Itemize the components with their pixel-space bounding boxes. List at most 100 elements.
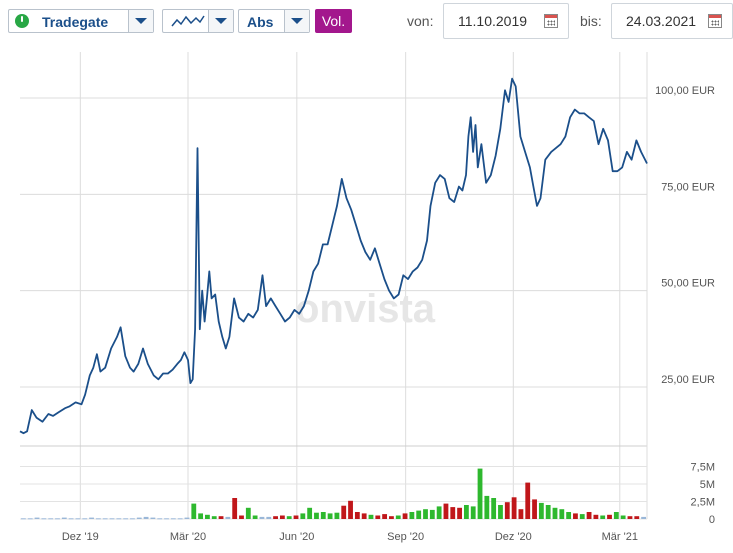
volume-bar	[361, 513, 367, 519]
price-tick-label: 75,00 EUR	[661, 181, 715, 193]
volume-bar	[75, 518, 81, 520]
from-date-value: 11.10.2019	[458, 13, 528, 29]
volume-bar	[586, 512, 592, 519]
volume-bar	[463, 505, 469, 519]
exchange-label: Tradegate	[42, 14, 109, 30]
volume-bar	[198, 513, 204, 519]
volume-bar	[225, 516, 231, 519]
volume-bar	[382, 514, 388, 519]
volume-bar	[470, 506, 476, 519]
chevron-down-icon[interactable]	[284, 10, 309, 32]
volume-bar	[327, 513, 333, 519]
volume-bar	[109, 518, 115, 520]
volume-bar	[334, 512, 340, 519]
volume-bar	[211, 516, 217, 519]
scale-select[interactable]: Abs	[238, 9, 310, 33]
volume-bar	[545, 505, 551, 519]
volume-bar	[389, 516, 394, 519]
volume-bar	[300, 513, 306, 519]
volume-bar	[157, 518, 163, 520]
volume-bar	[320, 512, 326, 519]
volume-tick-label: 5M	[700, 479, 715, 491]
date-tick-label: Jun '20	[279, 531, 314, 543]
volume-bar	[627, 516, 633, 519]
calendar-icon[interactable]	[544, 14, 558, 28]
volume-bar	[252, 515, 258, 519]
volume-bar	[68, 518, 74, 520]
volume-bar	[314, 512, 319, 519]
scale-label: Abs	[247, 14, 274, 30]
volume-bar	[423, 509, 428, 519]
to-date-value: 24.03.2021	[626, 13, 697, 29]
volume-bar	[634, 516, 640, 519]
volume-bar	[491, 498, 497, 519]
volume-bar	[566, 512, 572, 519]
live-status-icon	[15, 14, 29, 28]
volume-axis: 0 2,5M 5M 7,5M	[691, 462, 715, 527]
volume-bar	[82, 518, 88, 520]
volume-toggle-button[interactable]: Vol.	[315, 9, 352, 33]
volume-bar	[164, 518, 169, 520]
volume-bar	[593, 514, 599, 519]
volume-bar	[266, 516, 272, 519]
volume-bar	[532, 499, 537, 519]
watermark: onvista	[295, 287, 436, 331]
volume-bar	[102, 518, 108, 520]
to-label: bis:	[580, 13, 602, 29]
calendar-icon[interactable]	[708, 14, 722, 28]
volume-bar	[116, 518, 122, 520]
volume-bar	[348, 500, 353, 519]
volume-bar	[436, 506, 442, 519]
chart-type-select[interactable]	[162, 9, 234, 33]
volume-bar	[27, 518, 33, 520]
volume-bar	[641, 516, 646, 519]
date-tick-label: Dez '20	[495, 531, 532, 543]
volume-bar	[552, 507, 558, 519]
volume-bar	[511, 497, 517, 519]
date-tick-label: Mär '20	[170, 531, 206, 543]
volume-bar	[184, 517, 190, 519]
volume-bar	[607, 514, 612, 519]
volume-bar	[450, 507, 456, 519]
chevron-down-icon[interactable]	[208, 10, 233, 32]
to-date-field[interactable]: 24.03.2021	[611, 3, 733, 39]
volume-bar	[48, 518, 54, 520]
volume-bar	[150, 517, 156, 519]
volume-bar	[34, 517, 40, 519]
volume-bars	[21, 468, 646, 520]
chevron-down-icon[interactable]	[128, 10, 153, 32]
volume-bar	[409, 512, 415, 519]
date-tick-label: Dez '19	[62, 531, 99, 543]
volume-bar	[286, 516, 292, 519]
from-date-field[interactable]: 11.10.2019	[443, 3, 569, 39]
volume-bar	[21, 518, 26, 520]
volume-bar	[518, 509, 524, 519]
volume-bar	[395, 515, 401, 519]
volume-tick-label: 0	[709, 514, 715, 526]
chart-toolbar: Tradegate Abs Vol. von: 11.10.2019 bis: …	[0, 0, 733, 44]
date-tick-label: Sep '20	[387, 531, 424, 543]
price-tick-label: 25,00 EUR	[661, 374, 715, 386]
price-axis: 25,00 EUR 50,00 EUR 75,00 EUR 100,00 EUR	[655, 85, 715, 386]
volume-bar	[205, 514, 210, 519]
exchange-select[interactable]: Tradegate	[8, 9, 154, 33]
price-chart[interactable]: onvista 25,00 EUR 50,00 EUR 75,00 EUR 100,0…	[0, 44, 733, 553]
line-chart-icon	[171, 15, 205, 27]
volume-bar	[218, 516, 224, 519]
price-tick-label: 100,00 EUR	[655, 85, 715, 97]
volume-bar	[484, 495, 490, 519]
volume-bar	[245, 507, 251, 519]
price-series	[19, 77, 648, 435]
volume-bar	[416, 510, 422, 519]
volume-bar	[307, 507, 313, 519]
volume-bar	[538, 502, 544, 519]
volume-bar	[559, 509, 565, 519]
volume-bar	[273, 516, 278, 519]
date-tick-label: Mär '21	[602, 531, 638, 543]
volume-bar	[375, 515, 381, 519]
volume-bar	[136, 517, 142, 519]
volume-bar	[600, 515, 606, 519]
volume-bar	[191, 503, 197, 519]
volume-bar	[259, 516, 265, 519]
volume-bar	[293, 515, 299, 519]
